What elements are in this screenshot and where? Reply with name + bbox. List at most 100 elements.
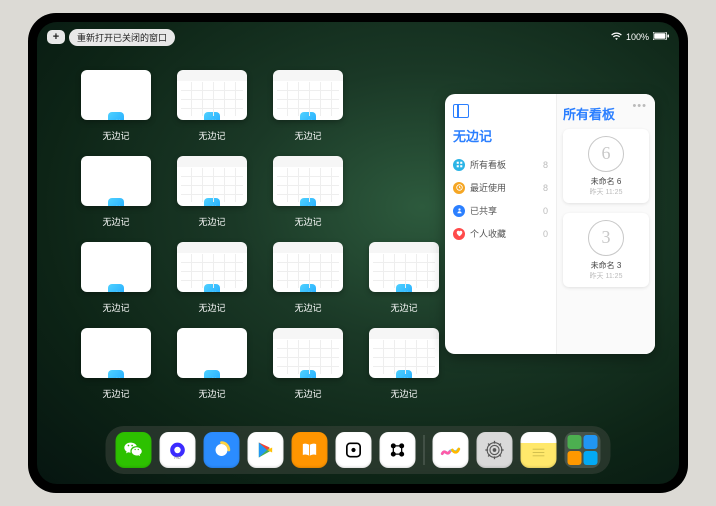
card-label: 无边记 [294, 387, 321, 400]
switcher-card[interactable]: 无边记 [273, 70, 343, 142]
sidebar-toggle-icon[interactable] [453, 104, 469, 118]
dock-app-books[interactable] [292, 432, 328, 468]
sidebar-panel: 无边记 所有看板 8 最近使用 8 已共享 0 [445, 94, 557, 354]
freeform-icon [204, 284, 220, 292]
dock-app-library[interactable] [565, 432, 601, 468]
switcher-card[interactable]: 无边记 [177, 156, 247, 228]
sidebar-item-count: 8 [543, 183, 548, 193]
card-thumb [177, 156, 247, 206]
card-label: 无边记 [294, 215, 321, 228]
card-thumb [273, 242, 343, 292]
screen: + 重新打开已关闭的窗口 100% [37, 22, 679, 484]
card-thumb [369, 242, 439, 292]
dock-app-connect[interactable] [380, 432, 416, 468]
dock-app-quark[interactable]: HD [160, 432, 196, 468]
status-right: 100% [611, 32, 669, 42]
card-thumb [369, 328, 439, 378]
freeform-icon [204, 198, 220, 206]
card-label: 无边记 [198, 129, 225, 142]
dock-app-qqbrowser[interactable] [204, 432, 240, 468]
freeform-icon [396, 284, 412, 292]
freeform-icon [300, 198, 316, 206]
freeform-icon [108, 370, 124, 378]
card-label: 无边记 [198, 215, 225, 228]
freeform-icon [204, 112, 220, 120]
switcher-card[interactable]: 无边记 [177, 70, 247, 142]
card-thumb [177, 328, 247, 378]
sidebar-item-label: 已共享 [470, 204, 497, 217]
freeform-icon [204, 370, 220, 378]
battery-icon [653, 32, 669, 42]
card-label: 无边记 [390, 301, 417, 314]
wifi-icon [611, 32, 622, 42]
switcher-card[interactable]: 无边记 [81, 70, 151, 142]
sidebar-item-recent[interactable]: 最近使用 8 [453, 176, 548, 199]
freeform-icon [396, 370, 412, 378]
card-label: 无边记 [102, 215, 129, 228]
freeform-icon [108, 198, 124, 206]
board-sketch: 6 [588, 136, 624, 172]
card-label: 无边记 [198, 301, 225, 314]
switcher-card[interactable]: 无边记 [177, 328, 247, 400]
sidebar-item-count: 8 [543, 160, 548, 170]
heart-icon [453, 228, 465, 240]
sidebar-item-count: 0 [543, 206, 548, 216]
board-name: 未命名 6 [591, 176, 622, 187]
dock-app-freeform[interactable] [433, 432, 469, 468]
switcher-card[interactable]: 无边记 [273, 156, 343, 228]
sidebar-item-label: 个人收藏 [470, 227, 506, 240]
freeform-icon [300, 370, 316, 378]
switcher-card[interactable]: 无边记 [273, 328, 343, 400]
freeform-splitview-card[interactable]: ••• 无边记 所有看板 8 最近使用 8 已共享 0 [445, 94, 655, 354]
card-thumb [273, 70, 343, 120]
clock-icon [453, 182, 465, 194]
card-label: 无边记 [294, 301, 321, 314]
freeform-icon [108, 112, 124, 120]
card-thumb [81, 328, 151, 378]
ipad-frame: + 重新打开已关闭的窗口 100% [28, 13, 688, 493]
dock-app-play[interactable] [248, 432, 284, 468]
battery-text: 100% [626, 32, 649, 42]
card-thumb [81, 156, 151, 206]
dock-app-wechat[interactable] [116, 432, 152, 468]
dock-app-settings[interactable] [477, 432, 513, 468]
dock-app-notes[interactable] [521, 432, 557, 468]
card-label: 无边记 [102, 387, 129, 400]
sidebar-item-all-boards[interactable]: 所有看板 8 [453, 153, 548, 176]
switcher-card[interactable]: 无边记 [81, 242, 151, 314]
switcher-card[interactable]: 无边记 [369, 242, 439, 314]
board-item[interactable]: 6 未命名 6 昨天 11:25 [563, 129, 649, 203]
people-icon [453, 205, 465, 217]
switcher-card[interactable]: 无边记 [81, 328, 151, 400]
switcher-card[interactable]: 无边记 [177, 242, 247, 314]
boards-panel: 所有看板 6 未命名 6 昨天 11:25 3 未命名 3 昨天 11:25 [557, 94, 655, 354]
freeform-icon [300, 284, 316, 292]
switcher-card[interactable]: 无边记 [273, 242, 343, 314]
new-window-button[interactable]: + [47, 30, 65, 44]
app-switcher: 无边记 无边记 无边记 无边记 [81, 70, 439, 400]
sidebar-item-favorites[interactable]: 个人收藏 0 [453, 222, 548, 245]
card-label: 无边记 [294, 129, 321, 142]
switcher-card[interactable]: 无边记 [369, 328, 439, 400]
card-label: 无边记 [102, 129, 129, 142]
more-icon[interactable]: ••• [632, 100, 647, 112]
board-date: 昨天 11:25 [590, 271, 623, 281]
card-thumb [273, 328, 343, 378]
card-thumb [177, 70, 247, 120]
board-date: 昨天 11:25 [590, 187, 623, 197]
grid-icon [453, 159, 465, 171]
sidebar-item-label: 最近使用 [470, 181, 506, 194]
card-label: 无边记 [390, 387, 417, 400]
status-bar: + 重新打开已关闭的窗口 100% [47, 28, 669, 46]
sidebar-item-shared[interactable]: 已共享 0 [453, 199, 548, 222]
switcher-card[interactable]: 无边记 [81, 156, 151, 228]
card-thumb [177, 242, 247, 292]
board-sketch: 3 [588, 220, 624, 256]
freeform-icon [108, 284, 124, 292]
dock-app-dice[interactable] [336, 432, 372, 468]
dock: HD [106, 426, 611, 474]
card-thumb [273, 156, 343, 206]
board-item[interactable]: 3 未命名 3 昨天 11:25 [563, 213, 649, 287]
sidebar-item-label: 所有看板 [470, 158, 506, 171]
reopen-closed-window-button[interactable]: 重新打开已关闭的窗口 [69, 29, 175, 46]
